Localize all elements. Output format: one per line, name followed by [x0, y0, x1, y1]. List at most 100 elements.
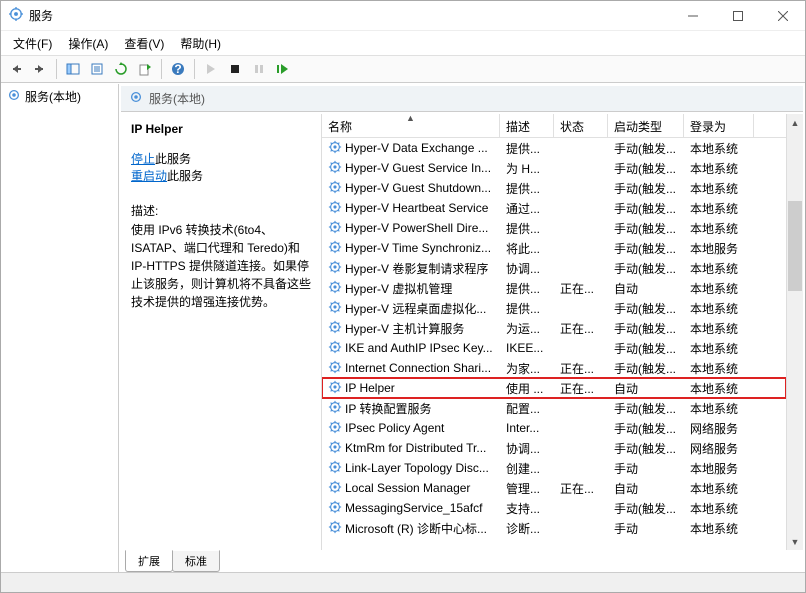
properties-button[interactable]: [86, 58, 108, 80]
list-header: 名称▲ 描述 状态 启动类型 登录为: [322, 114, 786, 138]
service-logon: 本地系统: [684, 360, 754, 377]
show-hide-tree-button[interactable]: [62, 58, 84, 80]
back-button[interactable]: [5, 58, 27, 80]
service-desc: 协调...: [500, 440, 554, 457]
service-row[interactable]: Hyper-V Time Synchroniz...将此...手动(触发...本…: [322, 238, 786, 258]
service-row[interactable]: Link-Layer Topology Disc...创建...手动本地服务: [322, 458, 786, 478]
col-name[interactable]: 名称▲: [322, 114, 500, 137]
service-row[interactable]: IKE and AuthIP IPsec Key...IKEE...手动(触发.…: [322, 338, 786, 358]
service-name: Hyper-V PowerShell Dire...: [345, 221, 488, 235]
service-row[interactable]: IP Helper使用 ...正在...自动本地系统: [322, 378, 786, 398]
main-pane: 服务(本地) IP Helper 停止此服务 重启动此服务 描述: 使用 IPv…: [119, 84, 805, 572]
service-logon: 本地服务: [684, 240, 754, 257]
service-status: 正在...: [554, 280, 608, 297]
service-desc: 创建...: [500, 460, 554, 477]
gear-icon: [328, 180, 342, 197]
start-service-button[interactable]: [200, 58, 222, 80]
toolbar: ?: [1, 55, 805, 83]
nav-services-local[interactable]: 服务(本地): [3, 86, 116, 107]
refresh-button[interactable]: [110, 58, 132, 80]
restart-link[interactable]: 重启动: [131, 169, 167, 183]
minimize-button[interactable]: [670, 1, 715, 30]
sort-asc-icon: ▲: [406, 114, 415, 123]
service-name: IKE and AuthIP IPsec Key...: [345, 341, 493, 355]
desc-label: 描述:: [131, 202, 311, 219]
service-startup: 手动(触发...: [608, 360, 684, 377]
gear-icon: [328, 200, 342, 217]
service-row[interactable]: Hyper-V 虚拟机管理提供...正在...自动本地系统: [322, 278, 786, 298]
scroll-down-icon[interactable]: ▼: [787, 533, 803, 550]
tab-extended[interactable]: 扩展: [125, 550, 173, 572]
service-row[interactable]: Hyper-V Data Exchange ...提供...手动(触发...本地…: [322, 138, 786, 158]
service-row[interactable]: Microsoft (R) 诊断中心标...诊断...手动本地系统: [322, 518, 786, 538]
service-row[interactable]: Hyper-V Heartbeat Service通过...手动(触发...本地…: [322, 198, 786, 218]
service-status: 正在...: [554, 380, 608, 397]
service-row[interactable]: Local Session Manager管理...正在...自动本地系统: [322, 478, 786, 498]
col-startup[interactable]: 启动类型: [608, 114, 684, 137]
service-name: Link-Layer Topology Disc...: [345, 461, 489, 475]
service-row[interactable]: Hyper-V Guest Service In...为 H...手动(触发..…: [322, 158, 786, 178]
menu-view[interactable]: 查看(V): [116, 32, 172, 55]
menu-help[interactable]: 帮助(H): [172, 32, 229, 55]
gear-icon: [328, 520, 342, 537]
restart-service-button[interactable]: [272, 58, 294, 80]
service-name: Microsoft (R) 诊断中心标...: [345, 520, 487, 537]
service-status: 正在...: [554, 320, 608, 337]
service-name: IP Helper: [345, 381, 395, 395]
service-row[interactable]: MessagingService_15afcf支持...手动(触发...本地系统: [322, 498, 786, 518]
col-status[interactable]: 状态: [554, 114, 608, 137]
nav-pane: 服务(本地): [1, 84, 119, 572]
service-startup: 手动: [608, 460, 684, 477]
service-name: Hyper-V Heartbeat Service: [345, 201, 488, 215]
pause-service-button[interactable]: [248, 58, 270, 80]
scroll-thumb[interactable]: [788, 201, 802, 291]
service-row[interactable]: Hyper-V 主机计算服务为运...正在...手动(触发...本地系统: [322, 318, 786, 338]
menu-file[interactable]: 文件(F): [5, 32, 60, 55]
service-row[interactable]: IPsec Policy AgentInter...手动(触发...网络服务: [322, 418, 786, 438]
export-button[interactable]: [134, 58, 156, 80]
service-desc: 提供...: [500, 300, 554, 317]
vertical-scrollbar[interactable]: ▲ ▼: [786, 114, 803, 550]
service-row[interactable]: Hyper-V 卷影复制请求程序协调...手动(触发...本地系统: [322, 258, 786, 278]
gear-icon: [328, 160, 342, 177]
detail-title: 服务(本地): [149, 90, 205, 107]
stop-suffix: 此服务: [155, 152, 191, 166]
tab-standard[interactable]: 标准: [172, 550, 220, 572]
service-name: KtmRm for Distributed Tr...: [345, 441, 486, 455]
gear-icon: [328, 240, 342, 257]
menubar: 文件(F) 操作(A) 查看(V) 帮助(H): [1, 31, 805, 55]
scroll-up-icon[interactable]: ▲: [787, 114, 803, 131]
service-row[interactable]: IP 转换配置服务配置...手动(触发...本地系统: [322, 398, 786, 418]
titlebar[interactable]: 服务: [1, 1, 805, 31]
stop-link[interactable]: 停止: [131, 152, 155, 166]
list-body[interactable]: Hyper-V Data Exchange ...提供...手动(触发...本地…: [322, 138, 786, 550]
service-name: IP 转换配置服务: [345, 400, 431, 417]
service-row[interactable]: Hyper-V Guest Shutdown...提供...手动(触发...本地…: [322, 178, 786, 198]
help-button[interactable]: ?: [167, 58, 189, 80]
service-row[interactable]: Hyper-V PowerShell Dire...提供...手动(触发...本…: [322, 218, 786, 238]
service-logon: 本地系统: [684, 480, 754, 497]
service-startup: 自动: [608, 380, 684, 397]
service-name: Hyper-V Guest Service In...: [345, 161, 491, 175]
forward-button[interactable]: [29, 58, 51, 80]
service-row[interactable]: KtmRm for Distributed Tr...协调...手动(触发...…: [322, 438, 786, 458]
separator: [194, 59, 195, 79]
restart-line: 重启动此服务: [131, 167, 311, 184]
gear-icon: [328, 400, 342, 417]
gear-icon: [328, 480, 342, 497]
body: 服务(本地) 服务(本地) IP Helper 停止此服务 重启动此服务 描述:…: [1, 83, 805, 572]
service-row[interactable]: Internet Connection Shari...为家...正在...手动…: [322, 358, 786, 378]
service-startup: 手动(触发...: [608, 140, 684, 157]
service-desc: 使用 ...: [500, 380, 554, 397]
service-row[interactable]: Hyper-V 远程桌面虚拟化...提供...手动(触发...本地系统: [322, 298, 786, 318]
service-desc: 提供...: [500, 220, 554, 237]
maximize-button[interactable]: [715, 1, 760, 30]
col-logon[interactable]: 登录为: [684, 114, 754, 137]
col-desc[interactable]: 描述: [500, 114, 554, 137]
scroll-track[interactable]: [787, 131, 803, 533]
separator: [161, 59, 162, 79]
gear-icon: [129, 90, 143, 107]
close-button[interactable]: [760, 1, 805, 30]
stop-service-button[interactable]: [224, 58, 246, 80]
menu-action[interactable]: 操作(A): [60, 32, 116, 55]
